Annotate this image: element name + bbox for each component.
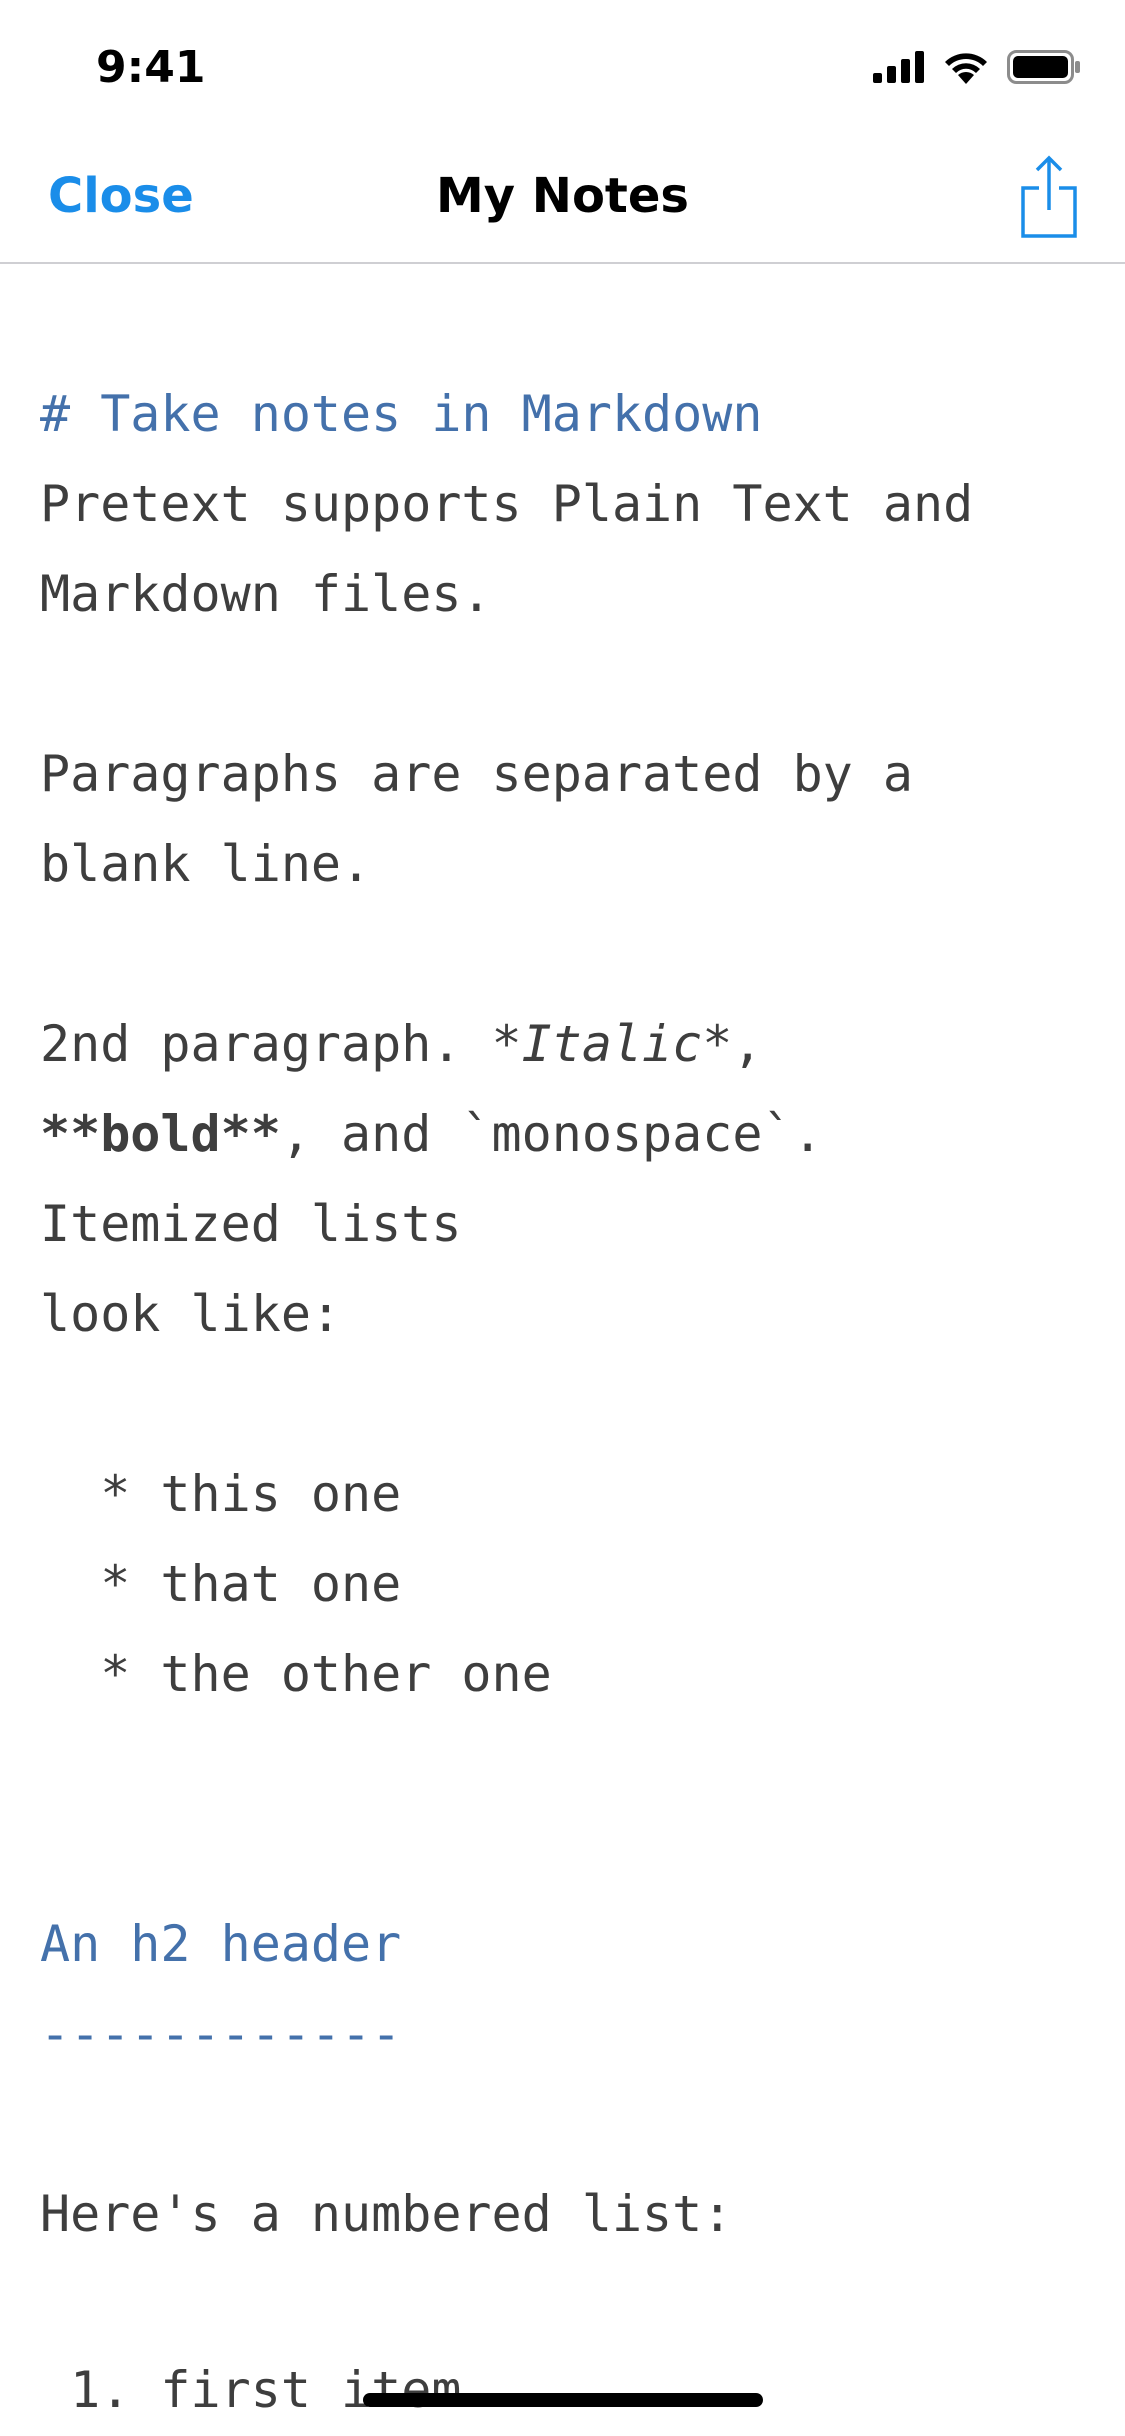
editor-line: Here's a numbered list:: [40, 2185, 733, 2243]
status-bar: 9:41: [0, 0, 1125, 132]
share-button[interactable]: [1017, 154, 1081, 240]
close-button[interactable]: Close: [48, 168, 194, 224]
editor-line-bullet: * this one: [40, 1465, 402, 1523]
editor-bold-text: **bold**: [40, 1105, 281, 1163]
status-icons: [873, 50, 1081, 84]
editor-line: look like:: [40, 1285, 342, 1343]
home-indicator[interactable]: [363, 2393, 763, 2407]
battery-icon: [1007, 50, 1080, 84]
share-icon: [1021, 155, 1077, 238]
status-time: 9:41: [96, 42, 206, 93]
editor-text: , and `monospace`.: [280, 1105, 823, 1163]
editor-line: **bold**, and `monospace`.: [40, 1104, 823, 1164]
wifi-icon: [945, 53, 987, 84]
editor-line-h1: # Take notes in Markdown: [40, 385, 763, 443]
editor-line: Pretext supports Plain Text and: [40, 475, 974, 533]
editor-line: Itemized lists: [40, 1195, 462, 1253]
editor-italic-text: *Italic*: [491, 1015, 733, 1073]
editor-text: ,: [732, 1015, 763, 1073]
editor-line-bullet: * that one: [40, 1555, 402, 1613]
cellular-signal-icon: [873, 51, 924, 83]
navigation-bar: Close My Notes: [0, 132, 1125, 264]
editor-line-h2-underline: ------------: [40, 2005, 402, 2063]
editor-line-bullet: * the other one: [40, 1645, 552, 1703]
editor-text: 2nd paragraph.: [40, 1015, 492, 1073]
editor-line: Markdown files.: [40, 565, 492, 623]
editor-line-h2: An h2 header: [40, 1915, 402, 1973]
editor-line: blank line.: [40, 835, 372, 893]
editor-line: 2nd paragraph. *Italic*,: [40, 1014, 762, 1074]
editor-line: Paragraphs are separated by a: [40, 745, 913, 803]
editor-line-numbered: 1. first item: [40, 2361, 462, 2419]
